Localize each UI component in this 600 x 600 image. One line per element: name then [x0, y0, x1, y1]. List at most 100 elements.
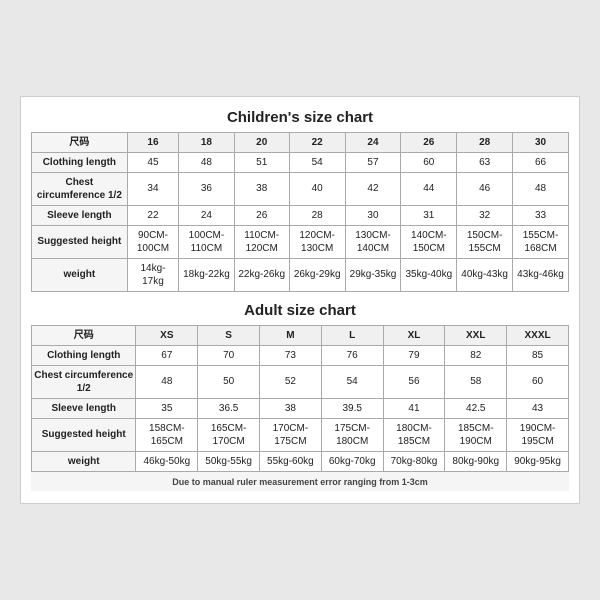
- cell-4-1: 50kg-55kg: [198, 451, 260, 471]
- col-header-7: 28: [457, 132, 513, 152]
- cell-1-4: 42: [345, 172, 401, 205]
- cell-3-5: 140CM-150CM: [401, 225, 457, 258]
- row-label-0: Clothing length: [32, 152, 128, 172]
- cell-1-5: 44: [401, 172, 457, 205]
- col-header-8: 30: [513, 132, 569, 152]
- cell-2-1: 36.5: [198, 398, 260, 418]
- note-table: Due to manual ruler measurement error ra…: [31, 472, 569, 492]
- cell-3-1: 100CM-110CM: [179, 225, 234, 258]
- cell-2-5: 31: [401, 205, 457, 225]
- cell-2-7: 33: [513, 205, 569, 225]
- col-header-0: 尺码: [32, 132, 128, 152]
- cell-2-6: 43: [507, 398, 569, 418]
- col-header-5: 24: [345, 132, 401, 152]
- cell-4-3: 26kg-29kg: [289, 258, 345, 291]
- cell-3-6: 190CM-195CM: [507, 418, 569, 451]
- table-row: Clothing length4548515457606366: [32, 152, 569, 172]
- col-header-6: XXL: [445, 325, 507, 345]
- cell-4-0: 46kg-50kg: [136, 451, 198, 471]
- col-header-6: 26: [401, 132, 457, 152]
- cell-4-6: 90kg-95kg: [507, 451, 569, 471]
- cell-0-1: 48: [179, 152, 234, 172]
- cell-0-5: 82: [445, 345, 507, 365]
- children-header-row: 尺码1618202224262830: [32, 132, 569, 152]
- table-row: Suggested height158CM-165CM165CM-170CM17…: [32, 418, 569, 451]
- table-row: Sleeve length2224262830313233: [32, 205, 569, 225]
- cell-1-4: 56: [383, 365, 445, 398]
- table-row: Clothing length67707376798285: [32, 345, 569, 365]
- cell-3-2: 110CM-120CM: [234, 225, 289, 258]
- cell-4-4: 70kg-80kg: [383, 451, 445, 471]
- row-label-3: Suggested height: [32, 225, 128, 258]
- note-row: Due to manual ruler measurement error ra…: [31, 472, 569, 492]
- table-row: Chest circumference 1/248505254565860: [32, 365, 569, 398]
- col-header-5: XL: [383, 325, 445, 345]
- cell-1-6: 60: [507, 365, 569, 398]
- adult-header-row: 尺码XSSMLXLXXLXXXL: [32, 325, 569, 345]
- cell-1-2: 38: [234, 172, 289, 205]
- cell-1-3: 40: [289, 172, 345, 205]
- adult-size-table: 尺码XSSMLXLXXLXXXL Clothing length67707376…: [31, 325, 569, 472]
- col-header-3: M: [260, 325, 322, 345]
- cell-2-2: 26: [234, 205, 289, 225]
- cell-2-1: 24: [179, 205, 234, 225]
- cell-4-7: 43kg-46kg: [513, 258, 569, 291]
- cell-0-2: 51: [234, 152, 289, 172]
- cell-3-1: 165CM-170CM: [198, 418, 260, 451]
- row-label-0: Clothing length: [32, 345, 136, 365]
- cell-1-1: 50: [198, 365, 260, 398]
- cell-1-0: 34: [127, 172, 178, 205]
- cell-3-5: 185CM-190CM: [445, 418, 507, 451]
- cell-1-3: 54: [321, 365, 383, 398]
- cell-4-2: 22kg-26kg: [234, 258, 289, 291]
- cell-0-2: 73: [260, 345, 322, 365]
- cell-3-6: 150CM-155CM: [457, 225, 513, 258]
- cell-4-6: 40kg-43kg: [457, 258, 513, 291]
- col-header-4: L: [321, 325, 383, 345]
- row-label-1: Chest circumference 1/2: [32, 172, 128, 205]
- children-chart-title: Children's size chart: [31, 109, 569, 126]
- cell-0-4: 79: [383, 345, 445, 365]
- cell-3-7: 155CM-168CM: [513, 225, 569, 258]
- cell-3-3: 175CM-180CM: [321, 418, 383, 451]
- row-label-4: weight: [32, 451, 136, 471]
- cell-0-7: 66: [513, 152, 569, 172]
- cell-4-3: 60kg-70kg: [321, 451, 383, 471]
- cell-2-6: 32: [457, 205, 513, 225]
- cell-2-2: 38: [260, 398, 322, 418]
- cell-0-5: 60: [401, 152, 457, 172]
- table-row: weight46kg-50kg50kg-55kg55kg-60kg60kg-70…: [32, 451, 569, 471]
- col-header-3: 20: [234, 132, 289, 152]
- cell-3-0: 158CM-165CM: [136, 418, 198, 451]
- cell-0-4: 57: [345, 152, 401, 172]
- cell-4-1: 18kg-22kg: [179, 258, 234, 291]
- cell-3-0: 90CM-100CM: [127, 225, 178, 258]
- cell-1-5: 58: [445, 365, 507, 398]
- cell-0-1: 70: [198, 345, 260, 365]
- cell-3-2: 170CM-175CM: [260, 418, 322, 451]
- cell-0-0: 67: [136, 345, 198, 365]
- col-header-1: XS: [136, 325, 198, 345]
- cell-4-5: 80kg-90kg: [445, 451, 507, 471]
- cell-2-3: 39.5: [321, 398, 383, 418]
- row-label-2: Sleeve length: [32, 398, 136, 418]
- cell-0-6: 63: [457, 152, 513, 172]
- cell-0-6: 85: [507, 345, 569, 365]
- col-header-1: 16: [127, 132, 178, 152]
- cell-1-6: 46: [457, 172, 513, 205]
- cell-0-0: 45: [127, 152, 178, 172]
- cell-4-5: 35kg-40kg: [401, 258, 457, 291]
- row-label-2: Sleeve length: [32, 205, 128, 225]
- col-header-7: XXXL: [507, 325, 569, 345]
- cell-2-0: 35: [136, 398, 198, 418]
- cell-2-3: 28: [289, 205, 345, 225]
- cell-4-4: 29kg-35kg: [345, 258, 401, 291]
- cell-0-3: 76: [321, 345, 383, 365]
- cell-1-2: 52: [260, 365, 322, 398]
- col-header-0: 尺码: [32, 325, 136, 345]
- table-row: Suggested height90CM-100CM100CM-110CM110…: [32, 225, 569, 258]
- table-row: Chest circumference 1/23436384042444648: [32, 172, 569, 205]
- cell-4-2: 55kg-60kg: [260, 451, 322, 471]
- cell-1-1: 36: [179, 172, 234, 205]
- cell-1-0: 48: [136, 365, 198, 398]
